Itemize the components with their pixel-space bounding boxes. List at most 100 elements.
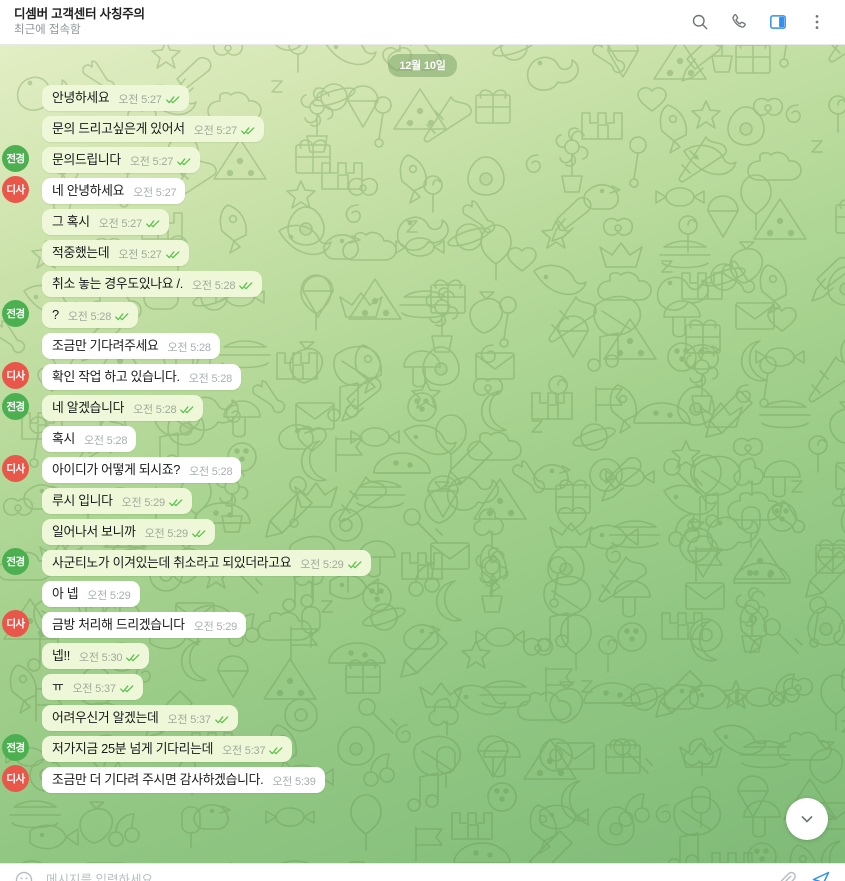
message-text: 네 안녕하세요: [52, 183, 125, 198]
read-receipt-double-check-icon: [214, 715, 229, 723]
message-text: 그 혹시: [52, 214, 90, 229]
message-bubble-outgoing[interactable]: 일어나서 보니까 오전 5:29: [42, 519, 215, 545]
message-meta: 오전 5:28: [168, 339, 212, 355]
message-bubble-incoming[interactable]: 확인 작업 하고 있습니다. 오전 5:28: [42, 364, 242, 390]
message-text: 안녕하세요: [52, 90, 110, 105]
read-receipt-double-check-icon: [146, 219, 160, 227]
avatar-spacer: [2, 517, 29, 544]
read-receipt-double-check-icon: [115, 312, 129, 320]
message-row: 안녕하세요 오전 5:27: [0, 83, 845, 114]
message-timestamp: 오전 5:28: [192, 280, 236, 292]
message-bubble-outgoing[interactable]: 취소 놓는 경우도있나요 /. 오전 5:28: [42, 271, 263, 297]
message-meta: 오전 5:28: [84, 432, 128, 448]
send-icon[interactable]: [811, 870, 831, 881]
paperclip-icon[interactable]: [777, 870, 797, 881]
message-bubble-incoming[interactable]: 아 넵 오전 5:29: [42, 581, 140, 607]
message-meta: 오전 5:28: [133, 401, 194, 417]
read-receipt-double-check-icon: [165, 250, 180, 258]
message-bubble-outgoing[interactable]: ? 오전 5:28: [42, 302, 139, 328]
message-bubble-outgoing[interactable]: 루시 입니다 오전 5:29: [42, 488, 192, 514]
avatar[interactable]: 디사: [2, 176, 29, 203]
message-text: 아이디가 어떻게 되시죠?: [52, 462, 181, 477]
message-bubble-outgoing[interactable]: 적중했는데 오전 5:27: [42, 240, 189, 266]
message-row: 루시 입니다 오전 5:29: [0, 486, 845, 517]
message-text: 루시 입니다: [52, 493, 113, 508]
chat-status: 최근에 접속함: [14, 24, 81, 36]
chat-header-info[interactable]: 디셈버 고객센터 사칭주의 최근에 접속함: [12, 7, 690, 37]
message-text: 사군티노가 이겨있는데 취소라고 되있더라고요: [52, 555, 292, 570]
message-meta: 오전 5:37: [222, 742, 283, 758]
emoji-icon[interactable]: [14, 870, 34, 881]
avatar[interactable]: 전경: [2, 393, 29, 420]
message-timestamp: 오전 5:29: [144, 528, 189, 540]
message-bubble-outgoing[interactable]: 문의 드리고싶은게 있어서 오전 5:27: [42, 116, 265, 142]
message-timestamp: 오전 5:29: [300, 559, 344, 571]
avatar[interactable]: 디사: [2, 455, 29, 482]
message-text: 저가지금 25분 넘게 기다리는데: [52, 741, 214, 756]
read-receipt-double-check-icon: [192, 529, 206, 537]
avatar-spacer: [2, 238, 29, 265]
avatar[interactable]: 디사: [2, 765, 29, 792]
message-bubble-outgoing[interactable]: 어려우신거 알겠는데 오전 5:37: [42, 705, 238, 731]
message-text: 조금만 더 기다려 주시면 감사하겠습니다.: [52, 772, 264, 787]
chat-scroll-area[interactable]: 12월 10일 안녕하세요 오전 5:27 문의 드리고싶은게 있어서 오전 5:27…: [0, 45, 845, 863]
sidebar-panel-icon[interactable]: [768, 12, 788, 32]
more-menu-icon[interactable]: [807, 12, 827, 32]
composer-right-actions: [777, 864, 831, 881]
avatar-spacer: [2, 331, 29, 358]
avatar[interactable]: 디사: [2, 362, 29, 389]
message-input-wrapper[interactable]: 메시지를 입력하세요...: [34, 864, 777, 881]
message-row: 그 혹시 오전 5:27: [0, 207, 845, 238]
message-meta: 오전 5:27: [194, 122, 255, 138]
avatar[interactable]: 전경: [2, 734, 29, 761]
message-meta: 오전 5:27: [130, 153, 191, 169]
message-text: 일어나서 보니까: [52, 524, 136, 539]
message-bubble-incoming[interactable]: 네 안녕하세요 오전 5:27: [42, 178, 186, 204]
message-row: 문의 드리고싶은게 있어서 오전 5:27: [0, 114, 845, 145]
read-receipt-double-check-icon: [126, 653, 140, 661]
message-bubble-outgoing[interactable]: ㅠ 오전 5:37: [42, 674, 143, 700]
phone-icon[interactable]: [729, 12, 749, 32]
message-bubble-incoming[interactable]: 조금만 더 기다려 주시면 감사하겠습니다. 오전 5:39: [42, 767, 325, 793]
scroll-to-bottom-button[interactable]: [786, 798, 828, 840]
search-icon[interactable]: [690, 12, 710, 32]
avatar[interactable]: 디사: [2, 610, 29, 637]
message-bubble-outgoing[interactable]: 사군티노가 이겨있는데 취소라고 되있더라고요 오전 5:29: [42, 550, 371, 576]
message-bubble-outgoing[interactable]: 그 혹시 오전 5:27: [42, 209, 169, 235]
message-bubble-outgoing[interactable]: 저가지금 25분 넘게 기다리는데 오전 5:37: [42, 736, 293, 762]
message-bubble-incoming[interactable]: 혹시 오전 5:28: [42, 426, 137, 452]
message-timestamp: 오전 5:27: [193, 125, 238, 137]
message-meta: 오전 5:28: [192, 277, 253, 293]
message-text: 문의드립니다: [52, 152, 121, 167]
message-text: 취소 놓는 경우도있나요 /.: [52, 276, 184, 291]
message-bubble-outgoing[interactable]: 안녕하세요 오전 5:27: [42, 85, 189, 111]
message-meta: 오전 5:27: [133, 184, 177, 200]
message-bubble-outgoing[interactable]: 넵!! 오전 5:30: [42, 643, 150, 669]
date-divider-row: 12월 10일: [0, 54, 845, 77]
telegram-chat-window: 디셈버 고객센터 사칭주의 최근에 접속함 12월 10일 안녕하세요 오전 5…: [0, 0, 845, 881]
read-receipt-double-check-icon: [180, 405, 194, 413]
avatar-spacer: [2, 579, 29, 606]
message-meta: 오전 5:30: [79, 649, 140, 665]
chevron-down-icon: [801, 816, 813, 823]
message-bubble-incoming[interactable]: 아이디가 어떻게 되시죠? 오전 5:28: [42, 457, 242, 483]
avatar[interactable]: 전경: [2, 548, 29, 575]
message-input-placeholder: 메시지를 입력하세요...: [46, 873, 164, 881]
avatar-spacer: [2, 114, 29, 141]
message-text: ㅠ: [52, 679, 64, 694]
message-bubble-outgoing[interactable]: 문의드립니다 오전 5:27: [42, 147, 201, 173]
read-receipt-double-check-icon: [241, 126, 255, 134]
message-text: 아 넵: [52, 586, 79, 601]
avatar[interactable]: 전경: [2, 300, 29, 327]
avatar-spacer: [2, 424, 29, 451]
message-timestamp: 오전 5:27: [98, 218, 143, 230]
message-bubble-incoming[interactable]: 금방 처리해 드리겠습니다 오전 5:29: [42, 612, 247, 638]
message-timestamp: 오전 5:29: [193, 621, 238, 633]
read-receipt-double-check-icon: [165, 95, 180, 103]
message-bubble-incoming[interactable]: 조금만 기다려주세요 오전 5:28: [42, 333, 220, 359]
message-bubble-outgoing[interactable]: 네 알겠습니다 오전 5:28: [42, 395, 204, 421]
message-text: 어려우신거 알겠는데: [52, 710, 159, 725]
avatar-spacer: [2, 83, 29, 110]
message-timestamp: 오전 5:29: [87, 590, 131, 602]
avatar[interactable]: 전경: [2, 145, 29, 172]
